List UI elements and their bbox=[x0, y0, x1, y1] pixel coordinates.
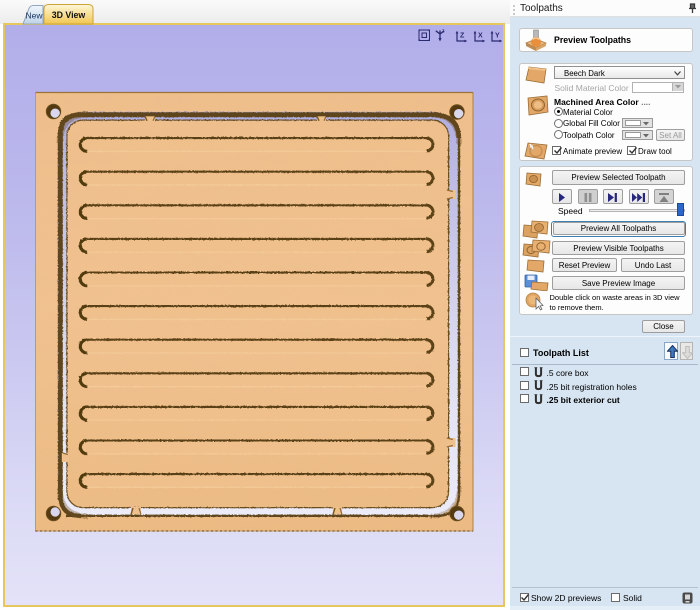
svg-text:Z: Z bbox=[460, 33, 465, 40]
svg-text:X: X bbox=[478, 33, 483, 40]
svg-text:z: z bbox=[442, 29, 445, 35]
svg-text:Y: Y bbox=[495, 33, 500, 40]
